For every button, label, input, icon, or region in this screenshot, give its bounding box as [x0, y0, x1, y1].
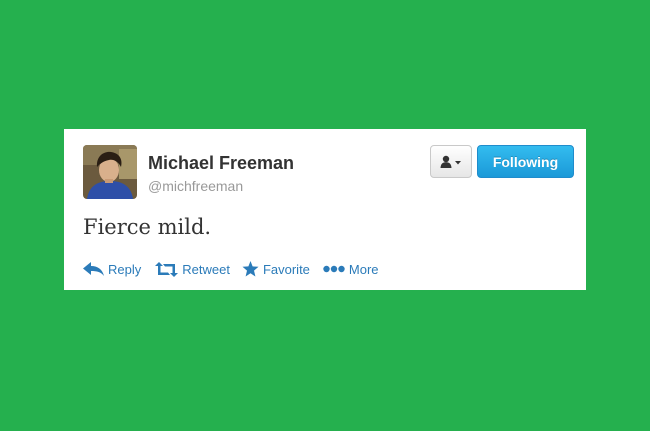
avatar-photo-icon [83, 145, 137, 199]
reply-icon [83, 262, 104, 276]
more-dots-icon [323, 265, 345, 273]
display-name[interactable]: Michael Freeman [148, 153, 294, 174]
screen-name[interactable]: @michfreeman [148, 178, 243, 194]
reply-label: Reply [108, 261, 142, 277]
retweet-button[interactable]: Retweet [155, 261, 230, 277]
reply-button[interactable]: Reply [83, 262, 141, 277]
tweet-actions: Reply Retweet Favorite More [83, 260, 379, 278]
star-icon [242, 261, 259, 277]
person-dropdown-icon [440, 155, 461, 168]
user-actions-dropdown-button[interactable] [430, 145, 472, 178]
tweet-card: Michael Freeman @michfreeman Following F… [64, 129, 586, 290]
avatar[interactable] [83, 145, 137, 199]
favorite-button[interactable]: Favorite [242, 261, 310, 277]
favorite-label: Favorite [262, 261, 310, 277]
more-label: More [348, 261, 379, 277]
more-button[interactable]: More [323, 262, 379, 277]
following-button[interactable]: Following [477, 145, 574, 178]
tweet-text: Fierce mild. [83, 215, 212, 239]
retweet-label: Retweet [182, 261, 230, 277]
retweet-icon [155, 261, 179, 277]
